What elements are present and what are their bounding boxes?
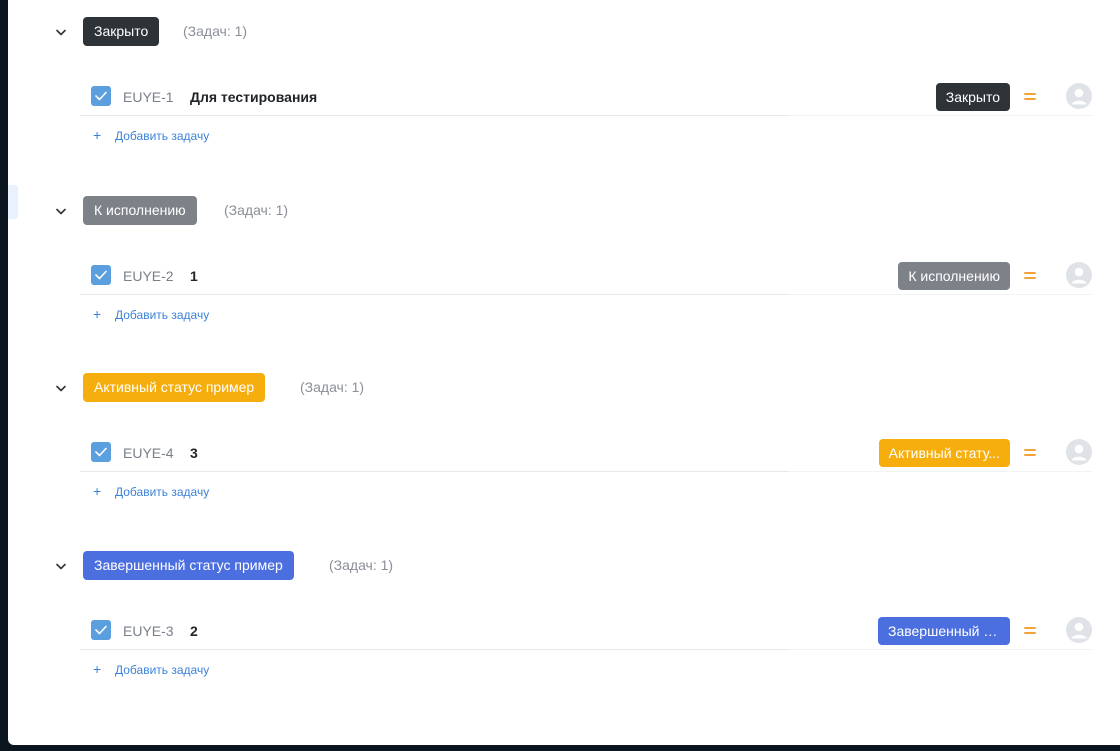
priority-medium-icon[interactable] bbox=[1022, 89, 1038, 103]
chevron-down-icon[interactable] bbox=[52, 557, 70, 575]
row-divider bbox=[80, 115, 1092, 116]
add-task-link[interactable]: + Добавить задачу bbox=[93, 306, 209, 323]
user-avatar-icon[interactable] bbox=[1066, 439, 1092, 465]
add-task-link[interactable]: + Добавить задачу bbox=[93, 127, 209, 144]
task-key[interactable]: EUYE-3 bbox=[123, 622, 174, 640]
task-checkbox[interactable] bbox=[91, 620, 111, 640]
task-row[interactable]: EUYE-2 1 К исполнению bbox=[80, 257, 1092, 295]
add-task-label: Добавить задачу bbox=[115, 129, 210, 143]
task-status-pill[interactable]: К исполнению bbox=[898, 262, 1010, 290]
group-task-count: (Задач: 1) bbox=[329, 557, 394, 573]
add-task-link[interactable]: + Добавить задачу bbox=[93, 483, 209, 500]
task-status-pill[interactable]: Активный стату... bbox=[878, 439, 1010, 467]
task-checkbox[interactable] bbox=[91, 86, 111, 106]
user-avatar-icon[interactable] bbox=[1066, 617, 1092, 643]
user-avatar-icon[interactable] bbox=[1066, 262, 1092, 288]
add-task-link[interactable]: + Добавить задачу bbox=[93, 661, 209, 678]
task-key[interactable]: EUYE-1 bbox=[123, 88, 174, 106]
group-status-pill: К исполнению bbox=[83, 196, 197, 225]
priority-medium-icon[interactable] bbox=[1022, 268, 1038, 282]
plus-icon: + bbox=[93, 483, 102, 499]
task-checkbox[interactable] bbox=[91, 265, 111, 285]
task-title[interactable]: 3 bbox=[190, 444, 198, 462]
task-title[interactable]: 1 bbox=[190, 267, 198, 285]
task-row[interactable]: EUYE-4 3 Активный стату... bbox=[80, 434, 1092, 472]
task-key[interactable]: EUYE-4 bbox=[123, 444, 174, 462]
add-task-label: Добавить задачу bbox=[115, 308, 210, 322]
priority-medium-icon[interactable] bbox=[1022, 445, 1038, 459]
checkmark-icon bbox=[95, 625, 107, 635]
task-status-pill[interactable]: Закрыто bbox=[935, 83, 1010, 111]
task-row[interactable]: EUYE-3 2 Завершенный ст... bbox=[80, 612, 1092, 650]
plus-icon: + bbox=[93, 306, 102, 322]
checkmark-icon bbox=[95, 270, 107, 280]
task-status-pill[interactable]: Завершенный ст... bbox=[878, 617, 1010, 645]
task-title[interactable]: 2 bbox=[190, 622, 198, 640]
row-divider bbox=[80, 649, 1092, 650]
checkmark-icon bbox=[95, 91, 107, 101]
task-key[interactable]: EUYE-2 bbox=[123, 267, 174, 285]
task-board-panel: Закрыто (Задач: 1) EUYE-1 Для тестирован… bbox=[8, 0, 1120, 745]
priority-medium-icon[interactable] bbox=[1022, 623, 1038, 637]
task-checkbox[interactable] bbox=[91, 442, 111, 462]
group-status-pill: Закрыто bbox=[83, 17, 160, 46]
group-header: Закрыто (Задач: 1) bbox=[8, 17, 608, 47]
add-task-label: Добавить задачу bbox=[115, 485, 210, 499]
chevron-down-icon[interactable] bbox=[52, 379, 70, 397]
group-task-count: (Задач: 1) bbox=[224, 202, 289, 218]
group-header: Активный статус пример (Задач: 1) bbox=[8, 373, 608, 403]
group-task-count: (Задач: 1) bbox=[183, 23, 248, 39]
row-divider bbox=[80, 294, 1092, 295]
group-status-pill: Завершенный статус пример bbox=[83, 551, 294, 580]
checkmark-icon bbox=[95, 447, 107, 457]
task-title[interactable]: Для тестирования bbox=[190, 88, 317, 106]
group-header: Завершенный статус пример (Задач: 1) bbox=[8, 551, 608, 581]
group-task-count: (Задач: 1) bbox=[300, 379, 365, 395]
task-row[interactable]: EUYE-1 Для тестирования Закрыто bbox=[80, 78, 1092, 116]
chevron-down-icon[interactable] bbox=[52, 23, 70, 41]
add-task-label: Добавить задачу bbox=[115, 663, 210, 677]
plus-icon: + bbox=[93, 127, 102, 143]
group-header: К исполнению (Задач: 1) bbox=[8, 196, 608, 226]
group-status-pill: Активный статус пример bbox=[83, 373, 266, 402]
user-avatar-icon[interactable] bbox=[1066, 83, 1092, 109]
row-divider bbox=[80, 471, 1092, 472]
plus-icon: + bbox=[93, 661, 102, 677]
chevron-down-icon[interactable] bbox=[52, 202, 70, 220]
